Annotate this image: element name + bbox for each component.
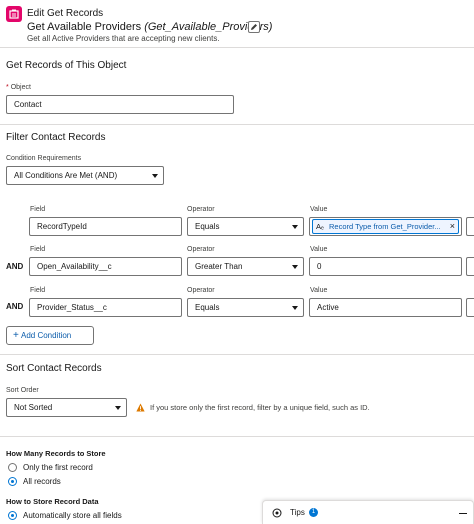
get-records-icon <box>6 6 22 22</box>
object-input[interactable]: Contact <box>6 95 234 114</box>
plus-icon: + <box>13 330 19 341</box>
chevron-down-icon <box>292 225 298 229</box>
sort-order-label: Sort Order <box>6 387 39 394</box>
condition-operator-select[interactable]: Greater Than <box>187 257 304 276</box>
sort-section-title: Sort Contact Records <box>6 363 102 374</box>
operator-column-label: Operator <box>187 206 215 213</box>
panel-header: Edit Get Records Get Available Providers… <box>0 0 474 48</box>
condition-remove-button[interactable] <box>466 257 474 276</box>
lightbulb-icon <box>272 508 282 518</box>
condition-value-input[interactable]: Active <box>309 298 462 317</box>
field-column-label: Field <box>30 246 46 253</box>
condition-value-input[interactable]: Aₑ Record Type from Get_Provider... × <box>309 217 462 236</box>
condition-value-input[interactable]: 0 <box>309 257 462 276</box>
condition-remove-button[interactable] <box>466 298 474 317</box>
pencil-icon <box>251 24 257 30</box>
section-divider <box>0 124 474 125</box>
field-column-label: Field <box>30 287 46 294</box>
required-mark: * <box>6 84 9 91</box>
tips-label: Tips <box>290 508 305 517</box>
resource-pill-label: Record Type from Get_Provider... <box>329 222 441 231</box>
operator-column-label: Operator <box>187 246 215 253</box>
condition-field-input[interactable]: Provider_Status__c <box>29 298 182 317</box>
condition-operator-select[interactable]: Equals <box>187 298 304 317</box>
text-resource-icon: Aₑ <box>316 222 324 231</box>
operator-value: Equals <box>195 303 220 312</box>
radio-label-auto-store: Automatically store all fields <box>23 511 122 520</box>
tips-count-badge: 1 <box>309 508 318 517</box>
minimize-icon[interactable] <box>459 513 467 514</box>
radio-auto-store-fields[interactable] <box>8 511 17 520</box>
condition-remove-button[interactable] <box>466 217 474 236</box>
resource-pill[interactable]: Aₑ Record Type from Get_Provider... × <box>312 219 459 234</box>
condition-requirements-value: All Conditions Are Met (AND) <box>14 171 118 180</box>
add-condition-label: Add Condition <box>21 331 72 340</box>
radio-label-all-records: All records <box>23 477 61 486</box>
filter-section-title: Filter Contact Records <box>6 132 106 143</box>
element-label: Get Available Providers <box>27 21 142 33</box>
sort-order-value: Not Sorted <box>14 403 53 412</box>
and-connector: AND <box>6 262 24 271</box>
chevron-down-icon <box>292 306 298 310</box>
radio-label-only-first: Only the first record <box>23 463 93 472</box>
section-divider <box>0 354 474 355</box>
panel-title: Edit Get Records <box>27 8 104 19</box>
and-connector: AND <box>6 302 24 311</box>
operator-value: Greater Than <box>195 262 243 271</box>
warning-icon <box>136 403 145 412</box>
section-divider <box>0 436 474 437</box>
edit-pencil-button[interactable] <box>248 21 260 33</box>
condition-requirements-select[interactable]: All Conditions Are Met (AND) <box>6 166 164 185</box>
chevron-down-icon <box>292 265 298 269</box>
object-field-label: * Object <box>6 84 31 91</box>
operator-value: Equals <box>195 222 220 231</box>
field-column-label: Field <box>30 206 46 213</box>
condition-field-input[interactable]: RecordTypeId <box>29 217 182 236</box>
chevron-down-icon <box>115 406 121 410</box>
element-name: Get Available Providers (Get_Available_P… <box>27 21 272 33</box>
sort-warning-text: If you store only the first record, filt… <box>150 403 370 412</box>
element-description: Get all Active Providers that are accept… <box>27 34 220 43</box>
condition-operator-select[interactable]: Equals <box>187 217 304 236</box>
radio-only-first-record[interactable] <box>8 463 17 472</box>
value-column-label: Value <box>310 246 328 253</box>
object-section-title: Get Records of This Object <box>6 60 127 71</box>
close-icon[interactable]: × <box>450 220 455 233</box>
value-column-label: Value <box>310 206 328 213</box>
object-label-text: Object <box>10 84 31 91</box>
condition-field-input[interactable]: Open_Availability__c <box>29 257 182 276</box>
operator-column-label: Operator <box>187 287 215 294</box>
tips-panel[interactable]: Tips 1 <box>262 500 474 524</box>
how-to-store-label: How to Store Record Data <box>6 497 99 506</box>
add-condition-button[interactable]: + Add Condition <box>6 326 94 345</box>
radio-all-records[interactable] <box>8 477 17 486</box>
how-many-records-label: How Many Records to Store <box>6 449 106 458</box>
condition-requirements-label: Condition Requirements <box>6 155 82 162</box>
value-column-label: Value <box>310 287 328 294</box>
sort-order-select[interactable]: Not Sorted <box>6 398 127 417</box>
chevron-down-icon <box>152 174 158 178</box>
